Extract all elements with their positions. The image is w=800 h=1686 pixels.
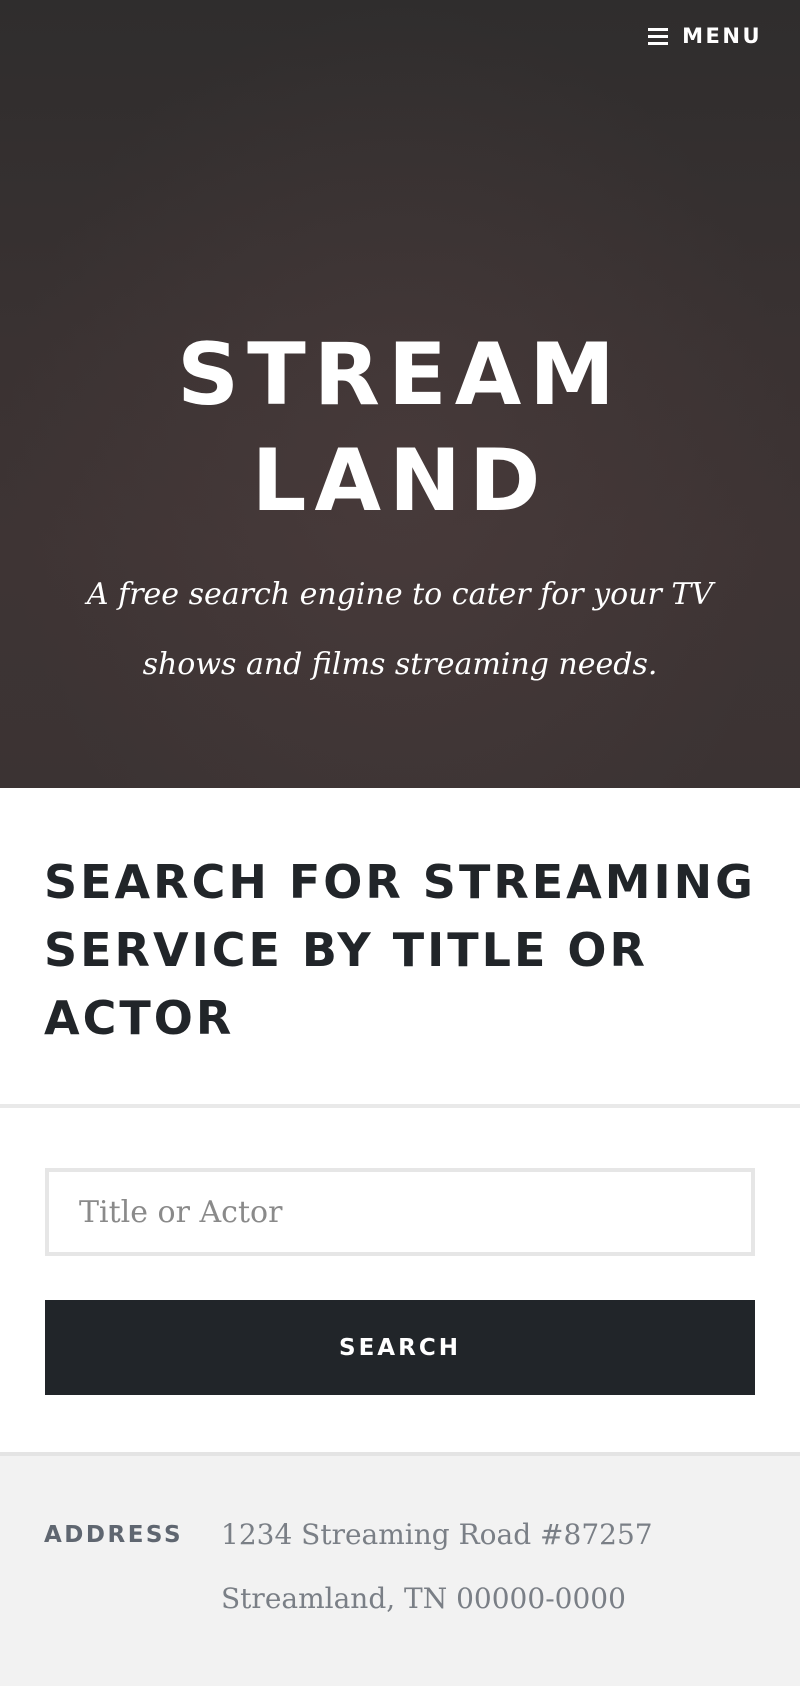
site-title-line-2: LAND	[251, 431, 549, 531]
address-line-2: Streamland, TN 00000-0000	[221, 1582, 626, 1615]
site-title-line-1: STREAM	[177, 325, 623, 425]
address-line-1: 1234 Streaming Road #87257	[221, 1518, 653, 1551]
site-title: STREAM LAND	[0, 322, 800, 534]
menu-label[interactable]: MENU	[682, 24, 762, 48]
hero-header: MENU STREAM LAND A free search engine to…	[0, 0, 800, 788]
site-tagline: A free search engine to cater for your T…	[86, 577, 714, 682]
search-button[interactable]: SEARCH	[45, 1300, 755, 1395]
footer	[0, 1456, 800, 1686]
address-label: ADDRESS	[44, 1522, 184, 1548]
hamburger-icon[interactable]	[648, 27, 669, 45]
menu-button[interactable]: MENU	[648, 24, 762, 48]
search-heading: SEARCH FOR STREAMING SERVICE BY TITLE OR…	[44, 855, 756, 1045]
section-divider	[0, 1104, 800, 1108]
search-input[interactable]	[45, 1168, 755, 1256]
